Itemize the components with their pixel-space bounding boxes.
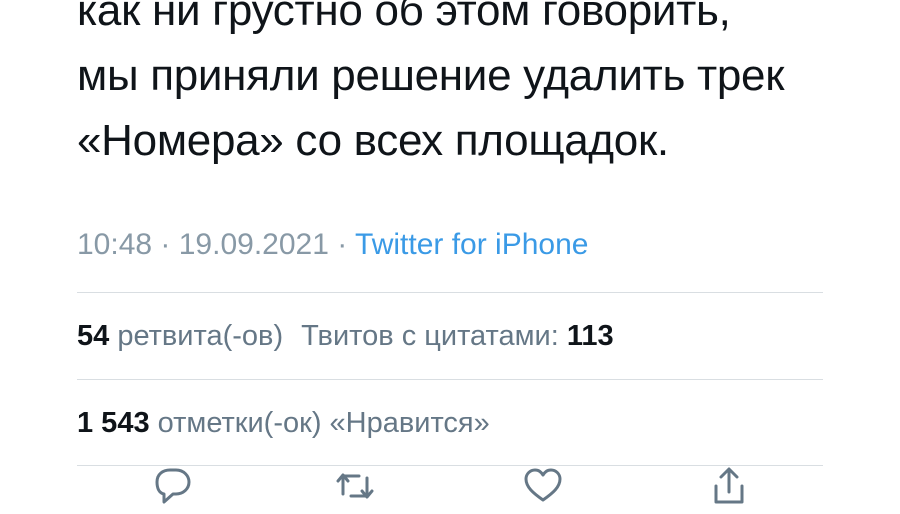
stats-row-retweets: 54 ретвита(-ов) Твитов с цитатами: 113 <box>77 318 614 354</box>
tweet-text-line: как ни грустно об этом говорить, <box>77 0 731 35</box>
action-bar <box>77 464 823 514</box>
retweet-button[interactable] <box>333 464 377 508</box>
tweet-text-line: «Номера» со всех площадок. <box>77 116 669 165</box>
divider <box>77 292 823 293</box>
retweets-count: 54 <box>77 320 110 352</box>
meta-separator: · <box>328 228 356 261</box>
tweet-date[interactable]: 19.09.2021 <box>179 228 329 261</box>
tweet-text: как ни грустно об этом говорить, мы прин… <box>77 0 877 173</box>
tweet-time[interactable]: 10:48 <box>77 228 152 261</box>
likes-count: 1 543 <box>77 407 150 439</box>
retweets-label: ретвита(-ов) <box>117 320 284 352</box>
retweets-stat[interactable]: 54 ретвита(-ов) <box>77 320 283 352</box>
quotes-label: Твитов с цитатами: <box>301 320 559 352</box>
reply-icon <box>155 468 191 504</box>
quotes-stat[interactable]: Твитов с цитатами: 113 <box>301 320 614 352</box>
tweet-text-line: мы приняли решение удалить трек <box>77 51 785 100</box>
share-icon <box>714 467 744 504</box>
likes-stat[interactable]: 1 543 отметки(-ок) «Нравится» <box>77 407 490 439</box>
retweet-icon <box>336 473 374 499</box>
likes-label: отметки(-ок) «Нравится» <box>157 407 490 439</box>
quotes-count: 113 <box>566 320 614 352</box>
stats-row-likes: 1 543 отметки(-ок) «Нравится» <box>77 405 490 441</box>
meta-separator: · <box>152 228 179 261</box>
divider <box>77 379 823 380</box>
share-button[interactable] <box>707 464 751 508</box>
like-button[interactable] <box>521 464 565 508</box>
like-icon <box>524 468 562 502</box>
tweet-meta: 10:48 · 19.09.2021 · Twitter for iPhone <box>77 226 588 264</box>
reply-button[interactable] <box>151 464 195 508</box>
tweet-source-link[interactable]: Twitter for iPhone <box>355 228 588 261</box>
